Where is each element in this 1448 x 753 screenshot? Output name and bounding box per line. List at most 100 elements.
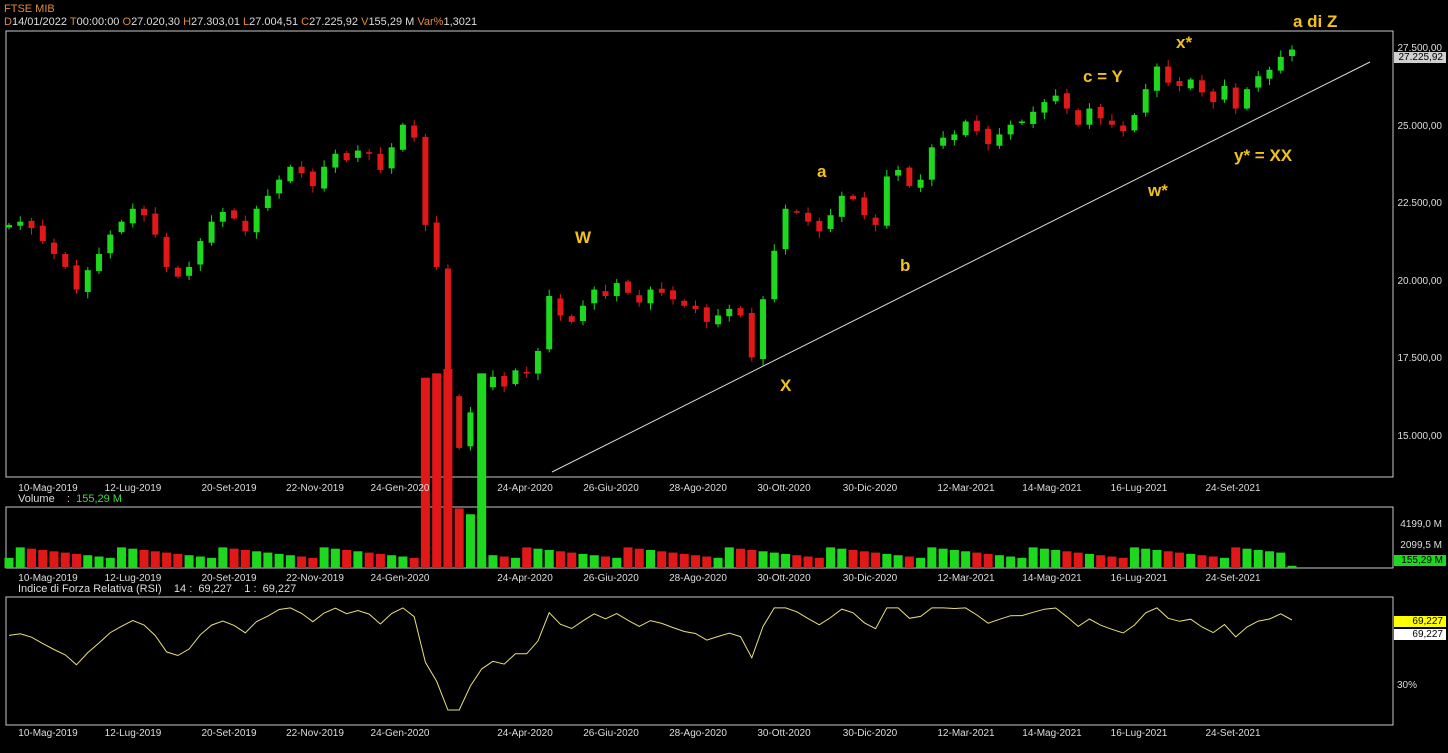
x-tick-label: 14-Mag-2021 (1022, 573, 1082, 584)
price-panel-frame (5, 30, 1394, 478)
rsi-panel-frame (5, 596, 1394, 726)
candle-body (298, 166, 305, 174)
candle-body (1007, 124, 1014, 135)
volume-bar (1129, 547, 1139, 568)
annotation-a-di-z: a di Z (1293, 12, 1338, 31)
candle-body (1255, 76, 1262, 88)
candle-body (1086, 108, 1093, 125)
y-tick-25000: 25.000,00 (1397, 121, 1443, 132)
volume-bar (15, 547, 25, 568)
candle-body (264, 195, 271, 208)
volume-bar (38, 549, 48, 568)
volume-bar (409, 557, 419, 568)
volume-bar (769, 552, 779, 568)
volume-bar (353, 551, 363, 568)
candle-body (231, 210, 238, 219)
volume-bar (837, 548, 847, 568)
volume-bar (668, 552, 678, 568)
volume-bar (713, 557, 723, 568)
candle-body (1097, 106, 1104, 119)
candle-body (512, 370, 519, 385)
x-tick-label: 30-Dic-2020 (842, 483, 898, 494)
volume-bar (1219, 557, 1229, 568)
candle-body (737, 308, 744, 316)
x-tick-label: 30-Ott-2020 (757, 483, 811, 494)
x-tick-label: 28-Ago-2020 (669, 573, 727, 584)
candle-body (906, 167, 913, 187)
candle-body (287, 166, 294, 182)
candle-body (456, 396, 463, 448)
candle-body (703, 307, 710, 322)
volume-bar (1118, 557, 1128, 568)
candle-body (782, 208, 789, 250)
volume-bar (1253, 549, 1263, 568)
candle-body (1063, 93, 1070, 109)
volume-badge: 155,29 M (1394, 555, 1446, 566)
rsi-badge-1: 69,227 (1394, 616, 1446, 627)
volume-bar (285, 555, 295, 568)
x-tick-label: 26-Giu-2020 (583, 728, 639, 739)
candle-body (827, 215, 834, 229)
volume-bar (623, 547, 633, 568)
candle-body (17, 221, 24, 226)
candle-body (366, 152, 373, 154)
candle-body (388, 147, 395, 169)
volume-bar (893, 555, 903, 568)
candle-body (208, 221, 215, 243)
volume-bar (871, 552, 881, 568)
candle-body (343, 153, 350, 161)
y-tick-22500: 22.500,00 (1397, 198, 1443, 209)
volume-bar (443, 368, 453, 568)
x-tick-label: 30-Dic-2020 (842, 573, 898, 584)
candle-body (489, 376, 496, 388)
volume-bar (589, 555, 599, 568)
candle-body (670, 290, 677, 300)
y-tick-20000: 20.000,00 (1397, 276, 1443, 287)
volume-bar (432, 373, 442, 568)
x-tick-label: 22-Nov-2019 (286, 728, 344, 739)
candle-body (332, 153, 339, 168)
volume-bar (522, 547, 532, 568)
candle-body (62, 254, 69, 267)
x-tick-label: 16-Lug-2021 (1110, 483, 1168, 494)
candle-body (816, 220, 823, 232)
candle-body (1108, 120, 1115, 125)
volume-bar (994, 555, 1004, 568)
candle-body (771, 250, 778, 300)
candle-body (1142, 89, 1149, 113)
candle-body (883, 176, 890, 226)
x-tick-label: 20-Set-2019 (201, 728, 257, 739)
candle-body (726, 308, 733, 317)
volume-bar (1174, 552, 1184, 568)
x-tick-label: 28-Ago-2020 (669, 728, 727, 739)
candle-body (985, 128, 992, 145)
candle-body (51, 242, 58, 254)
volume-bar (375, 553, 385, 568)
x-tick-label: 12-Lug-2019 (104, 728, 162, 739)
candle-body (636, 295, 643, 303)
x-tick-label: 26-Giu-2020 (583, 573, 639, 584)
candle-body (84, 270, 91, 292)
candle-body (354, 150, 361, 158)
candle-body (1210, 91, 1217, 103)
volume-bar (533, 548, 543, 568)
annotation-a: a (817, 162, 827, 181)
candle-body (602, 291, 609, 297)
volume-bar (274, 553, 284, 568)
annotation-x-star: x* (1176, 33, 1193, 52)
candle-body (838, 195, 845, 217)
volume-bar (27, 548, 37, 568)
annotation-x: X (780, 376, 792, 395)
candle-body (748, 312, 755, 358)
volume-bar (94, 556, 104, 568)
candle-body (1198, 80, 1205, 93)
volume-bar (454, 508, 464, 568)
volume-bar (297, 556, 307, 568)
price-chart[interactable] (0, 0, 1448, 753)
x-tick-label: 12-Mar-2021 (937, 728, 995, 739)
candle-body (433, 222, 440, 267)
candle-body (928, 147, 935, 180)
candle-body (940, 137, 947, 146)
volume-bars-layer (4, 368, 1297, 568)
volume-bar (882, 553, 892, 568)
